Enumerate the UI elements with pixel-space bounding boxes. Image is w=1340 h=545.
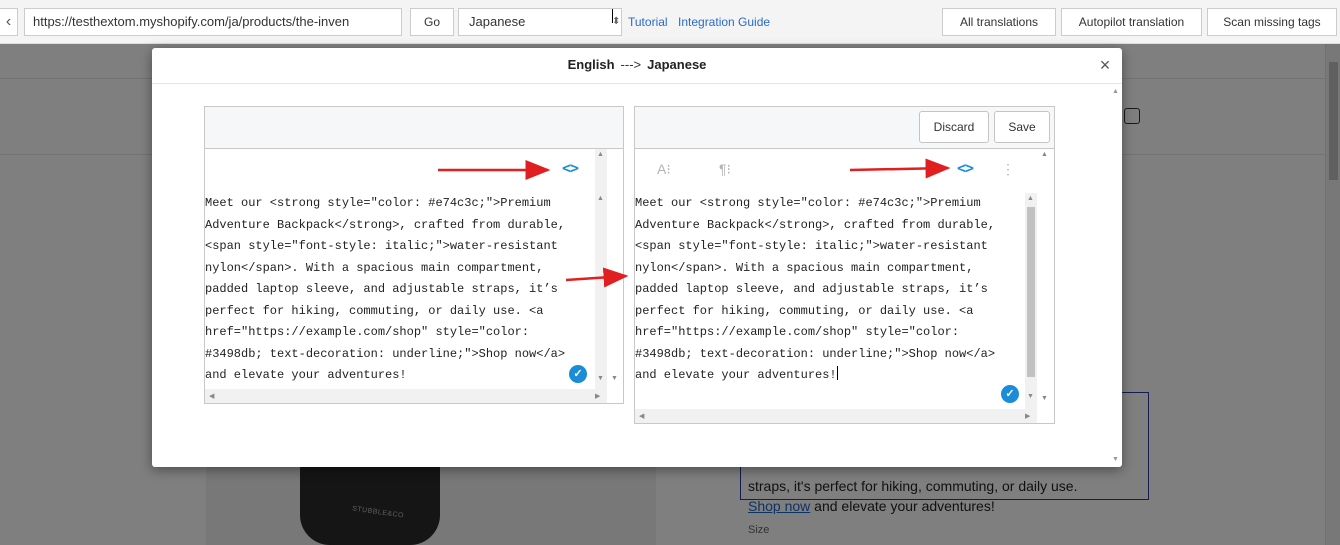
annotation-arrows [438,158,951,288]
annotation-arrow [565,267,629,288]
annotation-arrow [849,158,951,179]
